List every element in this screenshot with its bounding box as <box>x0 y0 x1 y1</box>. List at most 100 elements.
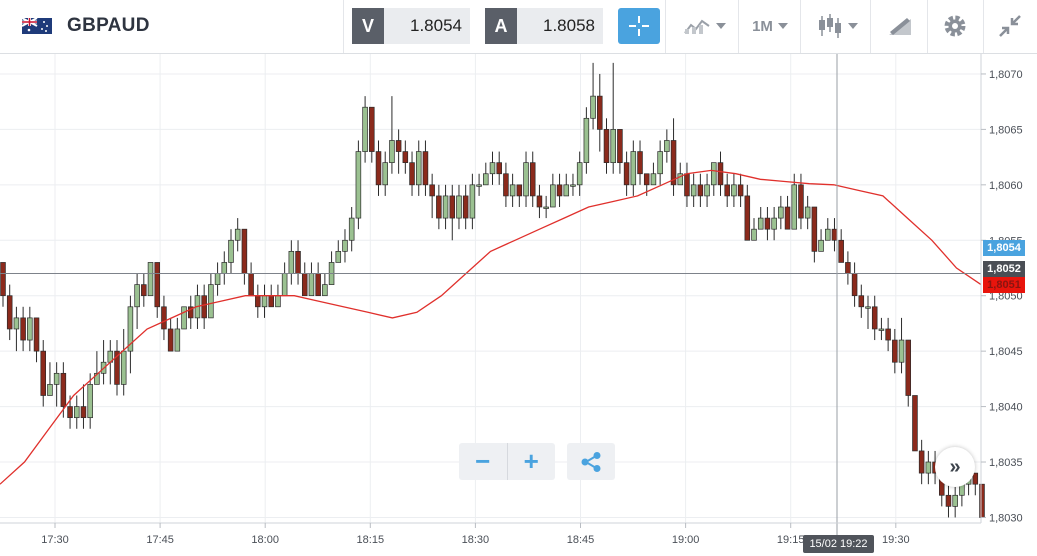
toolbar-divider <box>927 0 928 53</box>
price-chart[interactable]: 1,80701,80651,80601,80551,80501,80451,80… <box>0 54 1037 556</box>
price-tick-label: 1,8040 <box>989 402 1023 414</box>
candle-body-up <box>261 295 268 308</box>
candle-body-up <box>898 339 905 363</box>
collapse-button[interactable] <box>990 8 1030 44</box>
candle-body-down <box>536 195 543 208</box>
collapse-icon <box>999 15 1021 37</box>
time-tick-label: 18:30 <box>462 534 490 546</box>
top-toolbar: GBPAUD V 1.8054 A 1.8058 1M <box>0 0 1037 54</box>
candle-body-up <box>442 195 449 219</box>
zoom-in-button[interactable]: + <box>507 443 555 480</box>
candle-body-up <box>87 384 93 419</box>
candle-body-down <box>161 306 167 330</box>
candle-body-down <box>20 317 26 341</box>
candle-body-up <box>778 206 784 219</box>
candle-body-up <box>630 151 637 186</box>
ask-value: 1.8058 <box>517 8 603 44</box>
candle-body-down <box>838 239 844 263</box>
candle-body-up <box>610 129 616 164</box>
zoom-controls: − + <box>459 443 555 480</box>
candle-body-down <box>811 206 818 252</box>
zoom-out-button[interactable]: − <box>459 443 507 480</box>
candle-body-down <box>858 295 865 308</box>
timeframe-dropdown[interactable]: 1M <box>745 8 795 44</box>
candle-body-down <box>845 262 851 274</box>
candle-body-up <box>362 106 368 152</box>
candle-body-down <box>167 328 174 352</box>
candle-body-up <box>275 295 281 308</box>
candle-body-up <box>865 306 871 309</box>
toolbar-divider <box>738 0 739 53</box>
candle <box>181 306 187 330</box>
candle-body-up <box>322 284 328 297</box>
candle-body-up <box>13 317 20 330</box>
candle-body-down <box>972 472 979 485</box>
candle-body-down <box>462 195 469 219</box>
bid-value: 1.8054 <box>384 8 470 44</box>
bid-price-tag: 1,8054 <box>983 240 1025 256</box>
time-tick-label: 18:15 <box>357 534 385 546</box>
time-tick-label: 17:30 <box>41 534 69 546</box>
ask-price-button[interactable]: A 1.8058 <box>485 8 603 44</box>
candle-body-up <box>469 184 476 219</box>
toolbar-divider <box>983 0 984 53</box>
candle-body-down <box>945 494 952 507</box>
candle-body-up <box>134 284 140 308</box>
candle-body-up <box>711 162 717 186</box>
candle-body-up <box>925 461 932 474</box>
candle-body-up <box>228 239 234 263</box>
candle-body-down <box>831 228 838 241</box>
share-icon <box>581 451 601 472</box>
bid-label: V <box>352 8 384 44</box>
price-tick-label: 1,8070 <box>989 69 1023 81</box>
candle-body-up <box>771 217 777 230</box>
candle-body-up <box>214 273 221 285</box>
candle-body-up <box>650 173 657 186</box>
candle-style-dropdown[interactable] <box>810 8 864 44</box>
candle-body-down <box>40 350 46 396</box>
price-tick-label: 1,8030 <box>989 512 1023 524</box>
symbol-title: GBPAUD <box>67 15 150 36</box>
candle-body-up <box>543 206 549 209</box>
candle-body-up <box>147 262 154 297</box>
candle-body-up <box>415 151 422 186</box>
candle-body-down <box>301 273 308 297</box>
scroll-to-latest-button[interactable]: » <box>935 447 975 487</box>
candle-body-up <box>73 406 80 419</box>
settings-button[interactable] <box>933 8 977 44</box>
crosshair-icon <box>629 16 649 36</box>
candle-body-down <box>764 217 771 230</box>
candle-body-down <box>603 129 610 164</box>
time-tick-label: 19:00 <box>672 534 700 546</box>
candle-body-down <box>268 295 274 308</box>
candle-body-up <box>389 140 395 164</box>
candle-body-up <box>208 284 214 319</box>
time-tick-label: 18:45 <box>567 534 595 546</box>
candle-body-down <box>409 162 415 186</box>
candle-body-up <box>952 494 958 507</box>
crosshair-button[interactable] <box>618 8 660 44</box>
candle-body-down <box>141 284 147 297</box>
candle-body-down <box>402 151 409 164</box>
candle-body-down <box>798 184 804 219</box>
candle-body-down <box>643 173 650 186</box>
candle-body-up <box>550 184 556 208</box>
toolbar-divider <box>665 0 666 53</box>
bid-price-button[interactable]: V 1.8054 <box>352 8 470 44</box>
candle <box>912 395 918 452</box>
flag-uk-au-icon <box>22 18 52 34</box>
share-button[interactable] <box>567 443 615 480</box>
candle-body-down <box>80 406 87 419</box>
candle-body-down <box>737 184 744 197</box>
candle-body-up <box>483 173 489 186</box>
chevron-down-icon <box>715 23 726 29</box>
candle-body-up <box>342 239 348 252</box>
drawing-tools-button[interactable] <box>878 8 922 44</box>
time-tick-label: 18:00 <box>251 534 279 546</box>
gear-icon <box>944 15 966 37</box>
candle-body-up <box>731 184 737 197</box>
candle-body-down <box>912 395 918 452</box>
candlestick-icon <box>818 14 841 38</box>
candle-body-down <box>516 184 523 197</box>
chart-type-dropdown[interactable] <box>676 8 732 44</box>
